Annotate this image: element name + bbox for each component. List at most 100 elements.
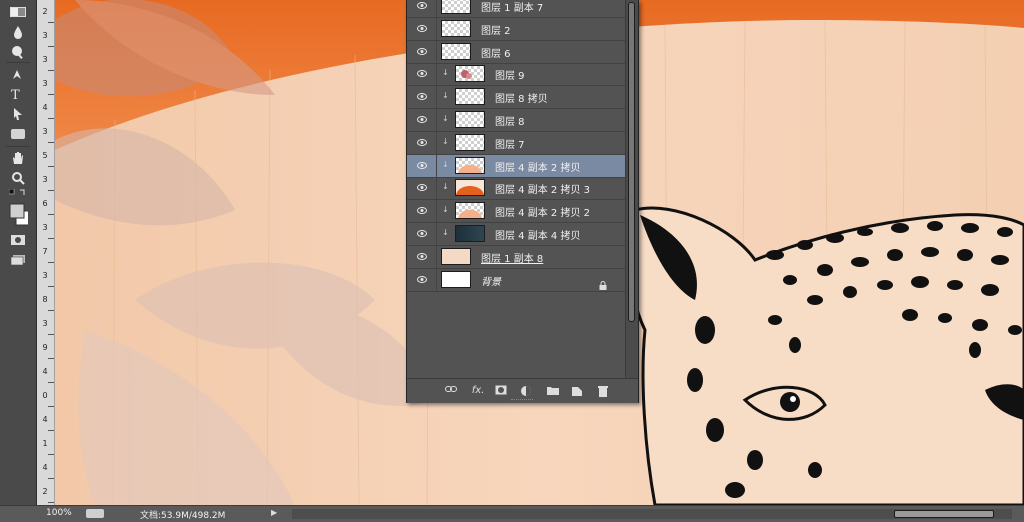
layer-name[interactable]: 图层 1 副本 7 [481, 0, 543, 14]
layers-scrollbar[interactable] [625, 0, 638, 378]
eye-icon [417, 25, 427, 32]
clipping-mask-icon: ↓ [442, 68, 449, 77]
document-size-info: 文档:53.9M/498.2M [140, 511, 226, 521]
layer-name[interactable]: 图层 4 副本 2 拷贝 2 [495, 204, 590, 219]
layer-row[interactable]: 图层 1 副本 7 [407, 0, 625, 18]
blur-drop-icon[interactable] [8, 24, 28, 40]
layer-thumbnail [455, 88, 485, 105]
layer-name[interactable]: 图层 4 副本 2 拷贝 [495, 159, 580, 174]
tools-panel: T [0, 0, 37, 505]
path-selection-icon[interactable] [8, 106, 28, 122]
delete-layer-icon[interactable] [597, 385, 609, 397]
layer-row[interactable]: ↓ 图层 4 副本 2 拷贝 2 [407, 200, 625, 223]
type-tool-icon[interactable]: T [8, 86, 28, 102]
ruler-label: 3 [42, 223, 48, 232]
horizontal-scrollbar[interactable] [292, 509, 1012, 519]
visibility-toggle[interactable] [407, 86, 437, 108]
layer-name[interactable]: 图层 4 副本 4 拷贝 [495, 227, 580, 242]
ruler-label: 0 [42, 391, 48, 400]
ruler-tick [48, 238, 54, 239]
clipping-mask-icon: ↓ [442, 205, 449, 214]
zoom-tool-icon[interactable] [8, 170, 28, 186]
pen-tool-icon[interactable] [8, 66, 28, 82]
ruler-label: 4 [42, 415, 48, 424]
visibility-toggle[interactable] [407, 177, 437, 199]
ruler-label: 6 [42, 199, 48, 208]
add-mask-icon[interactable] [495, 385, 507, 397]
new-layer-icon[interactable] [571, 385, 583, 397]
layers-footer: fx. [407, 378, 638, 403]
ruler-tick [48, 478, 54, 479]
fx-icon[interactable]: fx. [469, 385, 487, 397]
layer-name[interactable]: 图层 7 [495, 136, 525, 151]
svg-text:T: T [11, 88, 20, 101]
layers-scroll-thumb[interactable] [628, 2, 635, 322]
layer-row[interactable]: ↓ 图层 4 副本 2 拷贝 3 [407, 177, 625, 200]
layer-row[interactable]: ↓ 图层 4 副本 4 拷贝 [407, 223, 625, 246]
ruler-label: 3 [42, 319, 48, 328]
gradient-tool-icon[interactable] [8, 4, 28, 20]
swap-colors-icon[interactable] [8, 188, 28, 198]
layer-row[interactable]: ↓ 图层 8 [407, 109, 625, 132]
ruler-tick [48, 142, 54, 143]
panel-resize-grip[interactable] [511, 399, 533, 402]
layer-row[interactable]: 图层 6 [407, 41, 625, 64]
status-menu-arrow-icon[interactable]: ▶ [271, 508, 277, 517]
layer-row[interactable]: 图层 2 [407, 18, 625, 41]
ruler-label: 4 [42, 463, 48, 472]
adjustment-layer-icon[interactable] [520, 385, 532, 397]
ruler-tick [48, 190, 54, 191]
visibility-toggle[interactable] [407, 132, 437, 154]
visibility-toggle[interactable] [407, 155, 437, 177]
layer-name[interactable]: 图层 8 拷贝 [495, 90, 548, 105]
eye-icon [417, 276, 427, 283]
layer-name[interactable]: 图层 6 [481, 45, 511, 60]
layer-thumbnail [441, 0, 471, 14]
layer-name[interactable]: 图层 4 副本 2 拷贝 3 [495, 181, 590, 196]
ruler-label: 3 [42, 55, 48, 64]
screen-mode-icon[interactable] [8, 252, 28, 268]
eye-icon [417, 184, 427, 191]
visibility-toggle[interactable] [407, 109, 437, 131]
layer-name[interactable]: 背景 [481, 273, 501, 288]
ruler-label: 3 [42, 127, 48, 136]
ruler-tick [48, 46, 54, 47]
new-group-icon[interactable] [547, 385, 559, 397]
ruler-label: 5 [42, 151, 48, 160]
clipping-mask-icon: ↓ [442, 160, 449, 169]
layer-row[interactable]: ↓ 图层 8 拷贝 [407, 86, 625, 109]
visibility-toggle[interactable] [407, 223, 437, 245]
layer-name[interactable]: 图层 8 [495, 113, 525, 128]
status-bar: 100% 文档:53.9M/498.2M ▶ [0, 505, 1024, 522]
rectangle-tool-icon[interactable] [8, 126, 28, 142]
status-preview-icon [86, 509, 104, 518]
visibility-toggle[interactable] [407, 269, 437, 291]
layer-name[interactable]: 图层 1 副本 8 [481, 250, 543, 265]
visibility-toggle[interactable] [407, 41, 437, 63]
layer-name[interactable]: 图层 2 [481, 22, 511, 37]
zoom-level[interactable]: 100% [46, 508, 72, 518]
visibility-toggle[interactable] [407, 63, 437, 85]
visibility-toggle[interactable] [407, 18, 437, 40]
link-layers-icon[interactable] [445, 385, 457, 397]
color-swatches-icon[interactable] [8, 200, 28, 228]
dodge-tool-icon[interactable] [8, 44, 28, 60]
clipping-mask-icon: ↓ [442, 228, 449, 237]
visibility-toggle[interactable] [407, 200, 437, 222]
layer-row[interactable]: 图层 1 副本 8 [407, 246, 625, 269]
layer-row[interactable]: ↓ 图层 7 [407, 132, 625, 155]
eye-icon [417, 93, 427, 100]
layer-row[interactable]: ↓ 图层 4 副本 2 拷贝 [407, 155, 625, 178]
visibility-toggle[interactable] [407, 246, 437, 268]
layer-row[interactable]: 背景 [407, 269, 625, 292]
quick-mask-icon[interactable] [8, 232, 28, 248]
ruler-tick [48, 502, 54, 503]
ruler-tick [48, 286, 54, 287]
eye-icon [417, 139, 427, 146]
hand-tool-icon[interactable] [8, 150, 28, 166]
ruler-tick [48, 214, 54, 215]
layer-name[interactable]: 图层 9 [495, 67, 525, 82]
horizontal-scroll-thumb[interactable] [894, 510, 994, 518]
visibility-toggle[interactable] [407, 0, 437, 17]
layer-row[interactable]: ↓ 图层 9 [407, 63, 625, 86]
